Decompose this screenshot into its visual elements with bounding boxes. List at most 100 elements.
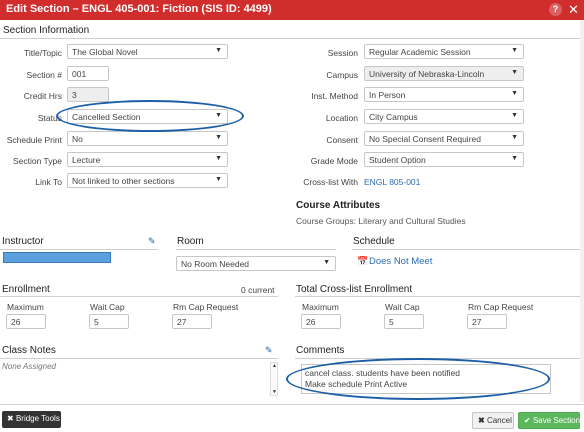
chevron-down-icon: ▼ — [215, 155, 222, 162]
enrollment-current: 0 current — [241, 285, 275, 295]
credit-hrs-label: Credit Hrs — [23, 91, 62, 101]
crosslist-link[interactable]: ENGL 805-001 — [364, 177, 420, 187]
dialog-title: Edit Section – ENGL 405-001: Fiction (SI… — [6, 3, 272, 15]
room-value: No Room Needed — [181, 259, 250, 269]
section-type-value: Lecture — [72, 155, 101, 165]
grade-mode-label: Grade Mode — [310, 156, 358, 166]
session-select[interactable]: Regular Academic Session ▼ — [364, 44, 524, 59]
edit-class-notes-pencil-icon[interactable]: ✎ — [265, 345, 273, 356]
crosslist-rm-input[interactable]: 27 — [467, 314, 507, 329]
crosslist-max-input[interactable]: 26 — [301, 314, 341, 329]
crosslist-max-label: Maximum — [302, 302, 339, 312]
chevron-down-icon: ▼ — [511, 69, 518, 76]
edit-instructor-pencil-icon[interactable]: ✎ — [148, 236, 156, 247]
x-icon: ✖ — [478, 416, 485, 425]
course-attributes-heading: Course Attributes — [296, 200, 381, 211]
link-to-select[interactable]: Not linked to other sections ▼ — [67, 173, 228, 188]
check-icon: ✔ — [524, 416, 531, 425]
enrollment-rm-input[interactable]: 27 — [172, 314, 212, 329]
divider — [352, 249, 580, 250]
class-notes-value: None Assigned — [2, 362, 56, 371]
section-type-label: Section Type — [13, 156, 62, 166]
title-topic-label: Title/Topic — [24, 48, 62, 58]
comments-textarea[interactable]: cancel class. students have been notifie… — [301, 364, 551, 394]
campus-value: University of Nebraska-Lincoln — [369, 69, 485, 79]
bridge-tools-button[interactable]: ✖ Bridge Tools — [2, 411, 61, 428]
status-label: Status — [37, 113, 62, 123]
divider — [176, 249, 336, 250]
section-number-input[interactable]: 001 — [67, 66, 109, 81]
chevron-down-icon: ▼ — [511, 47, 518, 54]
campus-label: Campus — [326, 70, 358, 80]
enrollment-max-input[interactable]: 26 — [6, 314, 46, 329]
calendar-icon: 📅 — [357, 256, 369, 266]
course-groups-text: Course Groups: Literary and Cultural Stu… — [296, 216, 466, 226]
chevron-down-icon: ▼ — [511, 90, 518, 97]
schedule-link[interactable]: Does Not Meet — [369, 256, 432, 267]
enrollment-heading: Enrollment — [2, 284, 50, 295]
inst-method-label: Inst. Method — [311, 91, 358, 101]
divider — [0, 38, 580, 39]
divider — [0, 296, 278, 297]
crosslist-wait-input[interactable]: 5 — [384, 314, 424, 329]
status-select[interactable]: Cancelled Section ▼ — [67, 109, 228, 124]
enrollment-rm-label: Rm Cap Request — [173, 302, 239, 312]
schedule-print-select[interactable]: No ▼ — [67, 131, 228, 146]
consent-label: Consent — [326, 135, 358, 145]
instructor-name-redacted — [3, 252, 111, 263]
instructor-heading: Instructor — [2, 236, 44, 247]
campus-select: University of Nebraska-Lincoln ▼ — [364, 66, 524, 81]
divider — [0, 358, 278, 359]
dialog-titlebar: Edit Section – ENGL 405-001: Fiction (SI… — [0, 0, 584, 20]
chevron-down-icon: ▼ — [511, 155, 518, 162]
comments-heading: Comments — [296, 345, 345, 356]
consent-select[interactable]: No Special Consent Required ▼ — [364, 131, 524, 146]
enrollment-wait-label: Wait Cap — [90, 302, 125, 312]
crosslist-rm-label: Rm Cap Request — [468, 302, 534, 312]
section-number-label: Section # — [26, 70, 62, 80]
enrollment-max-label: Maximum — [7, 302, 44, 312]
divider — [0, 249, 158, 250]
total-crosslist-heading: Total Cross-list Enrollment — [296, 284, 413, 295]
chevron-down-icon: ▼ — [215, 176, 222, 183]
title-topic-value: The Global Novel — [72, 47, 138, 57]
grade-mode-value: Student Option — [369, 155, 426, 165]
scroll-down-icon[interactable]: ▼ — [272, 389, 277, 395]
link-to-value: Not linked to other sections — [72, 176, 175, 186]
cancel-button[interactable]: ✖ Cancel — [472, 412, 514, 429]
inst-method-value: In Person — [369, 90, 406, 100]
save-section-button[interactable]: ✔ Save Section — [518, 412, 580, 429]
bridge-tools-label: Bridge Tools — [15, 414, 60, 423]
location-select[interactable]: City Campus ▼ — [364, 109, 524, 124]
class-notes-heading: Class Notes — [2, 345, 56, 356]
comment-line-2: Make schedule Print Active — [305, 379, 408, 389]
consent-value: No Special Consent Required — [369, 134, 481, 144]
help-icon[interactable]: ? — [549, 3, 562, 16]
grade-mode-select[interactable]: Student Option ▼ — [364, 152, 524, 167]
chevron-down-icon: ▼ — [323, 259, 330, 266]
divider — [295, 296, 580, 297]
footer-divider — [0, 404, 584, 405]
schedule-heading: Schedule — [353, 236, 395, 247]
save-label: Save Section — [532, 416, 581, 425]
close-icon[interactable]: ✕ — [567, 3, 580, 16]
location-label: Location — [325, 113, 358, 123]
cancel-label: Cancel — [486, 416, 512, 425]
crosslist-label: Cross-list With — [303, 177, 358, 187]
page-scrollbar[interactable] — [580, 20, 584, 402]
schedule-print-label: Schedule Print — [6, 135, 62, 145]
credit-hrs-input: 3 — [67, 87, 109, 102]
divider — [295, 358, 580, 359]
section-information-heading: Section Information — [3, 25, 90, 36]
class-notes-scrollbar[interactable]: ▲ ▼ — [270, 362, 278, 396]
chevron-down-icon: ▼ — [215, 134, 222, 141]
inst-method-select[interactable]: In Person ▼ — [364, 87, 524, 102]
comment-line-1: cancel class. students have been notifie… — [305, 368, 460, 378]
section-type-select[interactable]: Lecture ▼ — [67, 152, 228, 167]
enrollment-wait-input[interactable]: 5 — [89, 314, 129, 329]
room-select[interactable]: No Room Needed ▼ — [176, 256, 336, 271]
status-value: Cancelled Section — [72, 112, 141, 122]
title-topic-select[interactable]: The Global Novel ▼ — [67, 44, 228, 59]
scroll-up-icon[interactable]: ▲ — [272, 363, 277, 369]
chevron-down-icon: ▼ — [215, 112, 222, 119]
